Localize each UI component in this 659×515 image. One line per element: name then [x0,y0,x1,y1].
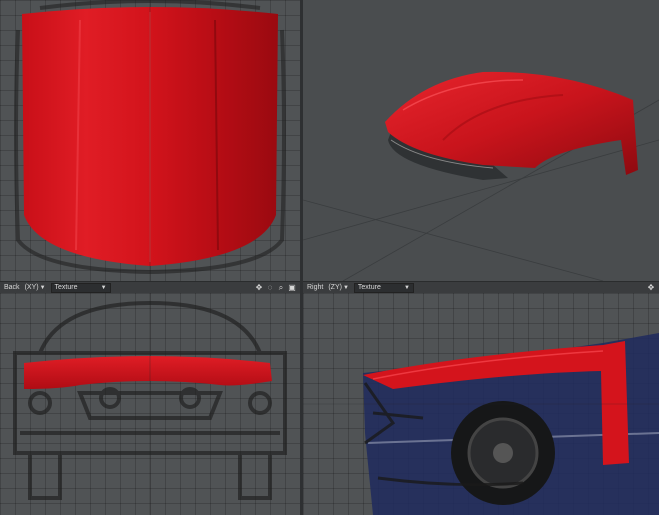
chevron-down-icon: ▼ [39,284,46,291]
shading-label: Texture [54,284,78,291]
axes-dropdown[interactable]: (ZY) ▼ [328,284,349,291]
axes-label: (ZY) [328,284,342,291]
rotate-icon[interactable]: ◌ [266,283,274,292]
shading-label: Texture [357,284,381,291]
maximize-icon[interactable]: ▣ [288,283,296,292]
viewport-perspective[interactable] [303,0,659,281]
viewport-controls: ✥ [647,282,655,293]
shading-dropdown[interactable]: Texture ▼ [353,282,414,293]
viewport-back[interactable] [0,293,300,515]
view-label: Right [307,284,324,291]
hood-top-view [14,0,286,281]
view-label: Back [4,284,20,291]
chevron-down-icon: ▼ [403,284,410,291]
chevron-down-icon: ▼ [342,284,349,291]
hood-perspective-view [303,71,659,281]
axes-label: (XY) [24,284,39,291]
zoom-icon[interactable]: ⌕ [277,283,285,292]
move-icon[interactable]: ✥ [255,283,263,292]
move-icon[interactable]: ✥ [647,283,655,292]
car-back-view [13,293,287,515]
car-side-view [303,333,659,515]
viewport-right[interactable] [303,293,659,515]
shading-dropdown[interactable]: Texture ▼ [50,282,111,293]
viewport-top[interactable] [0,0,300,281]
viewport-controls: ✥ ◌ ⌕ ▣ [255,282,296,293]
chevron-down-icon: ▼ [100,284,107,291]
axes-dropdown[interactable]: (XY) ▼ [25,284,46,291]
